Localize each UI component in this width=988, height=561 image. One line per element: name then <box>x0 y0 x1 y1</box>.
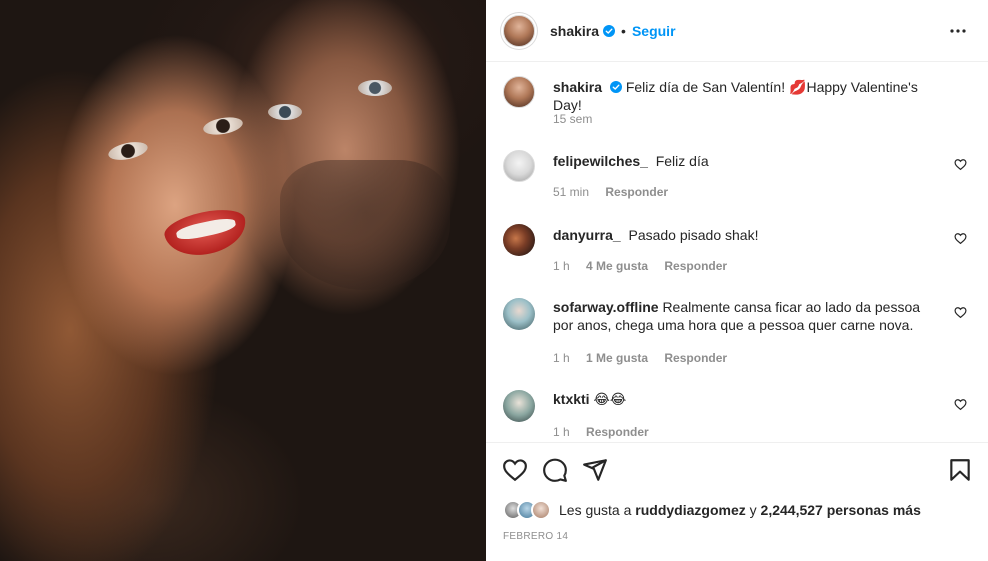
comment-time[interactable]: 1 h <box>553 259 570 273</box>
header-separator: • <box>621 22 626 39</box>
photo-detail <box>280 160 450 290</box>
comment-icon[interactable] <box>542 457 568 483</box>
post-header: shakira • Seguir <box>486 0 988 62</box>
caption-username[interactable]: shakira <box>553 79 602 95</box>
comments-list[interactable]: shakira Feliz día de San Valentín! 💋Happ… <box>486 62 988 442</box>
heart-icon[interactable] <box>954 158 967 171</box>
comment-meta: 1 h 1 Me gusta Responder <box>553 351 740 365</box>
commenter-avatar[interactable] <box>503 224 535 256</box>
author-avatar[interactable] <box>503 14 535 47</box>
commenter-avatar[interactable] <box>503 390 535 422</box>
verified-icon <box>603 24 616 37</box>
comment-like-count[interactable]: 4 Me gusta <box>586 259 648 273</box>
share-icon[interactable] <box>582 457 608 483</box>
comment-body: sofarway.offline Realmente cansa ficar a… <box>553 298 943 334</box>
reply-button[interactable]: Responder <box>605 185 668 199</box>
photo-detail <box>201 114 245 138</box>
comment-like-count[interactable]: 1 Me gusta <box>586 351 648 365</box>
likes-user[interactable]: ruddydiazgomez <box>635 502 745 518</box>
post-photo[interactable] <box>0 0 486 561</box>
photo-detail <box>358 80 392 96</box>
comment-meta: 1 h Responder <box>553 425 662 439</box>
comment-username[interactable]: ktxkti <box>553 391 590 407</box>
heart-icon[interactable] <box>954 398 967 411</box>
kiss-emoji: 💋 <box>789 79 807 95</box>
comment-text: Pasado pisado shak! <box>628 227 759 243</box>
post-actions: Les gusta a ruddydiazgomez y 2,244,527 p… <box>486 442 988 561</box>
reply-button[interactable]: Responder <box>664 259 727 273</box>
likes-prefix: Les gusta a <box>559 502 632 518</box>
photo-detail <box>106 139 150 163</box>
heart-icon[interactable] <box>502 457 528 483</box>
likes-count[interactable]: 2,244,527 personas más <box>761 502 921 518</box>
more-icon[interactable] <box>948 22 968 40</box>
comment-username[interactable]: danyurra_ <box>553 227 621 243</box>
liker-avatar <box>531 500 551 520</box>
comment-username[interactable]: felipewilches_ <box>553 153 648 169</box>
caption-meta: 15 sem <box>553 112 605 126</box>
post-date[interactable]: FEBRERO 14 <box>503 531 568 542</box>
likes-connector: y <box>749 502 757 518</box>
comment-time[interactable]: 1 h <box>553 351 570 365</box>
comment-time[interactable]: 1 h <box>553 425 570 439</box>
comment-time[interactable]: 51 min <box>553 185 589 199</box>
reply-button[interactable]: Responder <box>586 425 649 439</box>
heart-icon[interactable] <box>954 232 967 245</box>
caption-time[interactable]: 15 sem <box>553 112 592 126</box>
comment-body: danyurra_ Pasado pisado shak! <box>553 226 943 244</box>
comment-text: 😂😂 <box>593 391 627 407</box>
post-side-panel: shakira • Seguir shakira Feliz día de Sa… <box>486 0 988 561</box>
bookmark-icon[interactable] <box>947 457 973 483</box>
commenter-avatar[interactable] <box>503 150 535 182</box>
likes-text: Les gusta a ruddydiazgomez y 2,244,527 p… <box>559 502 921 518</box>
commenter-avatar[interactable] <box>503 298 535 330</box>
caption-text: Feliz día de San Valentín! <box>625 79 786 95</box>
comment-meta: 1 h 4 Me gusta Responder <box>553 259 740 273</box>
reply-button[interactable]: Responder <box>664 351 727 365</box>
comment-username[interactable]: sofarway.offline <box>553 299 659 315</box>
caption-body: shakira Feliz día de San Valentín! 💋Happ… <box>553 78 943 114</box>
comment-body: felipewilches_ Feliz día <box>553 152 943 170</box>
photo-detail <box>268 104 302 120</box>
comment-meta: 51 min Responder <box>553 185 681 199</box>
heart-icon[interactable] <box>954 306 967 319</box>
likes-summary[interactable]: Les gusta a ruddydiazgomez y 2,244,527 p… <box>503 499 921 521</box>
author-username[interactable]: shakira <box>550 23 599 39</box>
caption-avatar[interactable] <box>503 76 535 108</box>
comment-body: ktxkti 😂😂 <box>553 390 943 408</box>
follow-button[interactable]: Seguir <box>632 23 676 39</box>
verified-icon <box>609 81 622 93</box>
comment-text: Feliz día <box>655 153 709 169</box>
